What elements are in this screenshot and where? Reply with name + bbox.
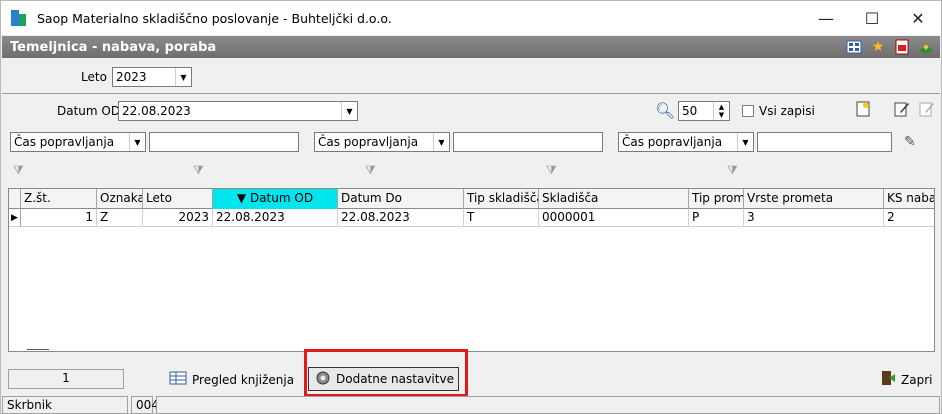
dodatne-nastavitve-label: Dodatne nastavitve	[336, 372, 454, 386]
eraser-icon[interactable]: ✎	[904, 134, 916, 150]
chevron-down-icon[interactable]: ▼	[737, 133, 753, 151]
datum-od-select[interactable]: 22.08.2023 ▼	[118, 101, 358, 121]
row-indicator-header	[9, 189, 21, 209]
pregled-knjizenja-button[interactable]: Pregled knjiženja	[169, 371, 294, 388]
module-title: Temeljnica - nabava, poraba	[10, 39, 217, 55]
cell-leto[interactable]: 2023	[143, 209, 213, 227]
search-field-value-3: Čas popravljanja	[622, 135, 723, 149]
col-header-tip-prometa[interactable]: Tip prometa	[689, 189, 744, 209]
leto-label: Leto	[81, 70, 107, 84]
cell-zst[interactable]: 1	[21, 209, 97, 227]
favorite-star-icon[interactable]: ★	[870, 39, 886, 55]
delete-document-icon[interactable]	[919, 101, 935, 117]
dodatne-nastavitve-button[interactable]: Dodatne nastavitve	[308, 367, 459, 391]
title-bar: Saop Materialno skladiščno poslovanje - …	[1, 1, 941, 35]
filter-icon[interactable]: ⧩	[365, 163, 379, 177]
zapri-label: Zapri	[901, 372, 933, 387]
book-icon[interactable]	[918, 39, 934, 55]
new-document-icon[interactable]	[856, 101, 872, 117]
search-field-select-1[interactable]: Čas popravljanja ▼	[10, 132, 146, 152]
gear-icon	[315, 370, 331, 389]
cell-oznaka[interactable]: Z	[97, 209, 143, 227]
datum-od-value: 22.08.2023	[122, 104, 191, 118]
cell-datum-do[interactable]: 22.08.2023	[338, 209, 464, 227]
cell-tip-skladisca[interactable]: T	[464, 209, 539, 227]
chevron-down-icon[interactable]: ▼	[129, 133, 145, 151]
close-button[interactable]: ✕	[895, 1, 941, 35]
scroll-hint	[27, 349, 49, 350]
col-header-datum-do[interactable]: Datum Do	[338, 189, 464, 209]
calculator-icon[interactable]	[846, 39, 862, 55]
pdf-export-icon[interactable]	[894, 39, 910, 55]
divider	[2, 93, 940, 94]
chevron-down-icon[interactable]: ▼	[175, 68, 191, 86]
datum-od-label: Datum OD	[57, 104, 121, 118]
col-header-tip-skladisca[interactable]: Tip skladišča	[464, 189, 539, 209]
current-row-arrow-icon: ▶	[9, 209, 21, 227]
cell-vrste-prometa[interactable]: 3	[744, 209, 884, 227]
grid-header: Z.št. Oznaka Leto ▼ Datum OD Datum Do Ti…	[9, 189, 934, 209]
page-size-stepper[interactable]: 50 ▲ ▼	[678, 101, 730, 121]
cell-datum-od[interactable]: 22.08.2023	[213, 209, 338, 227]
table-row[interactable]: ▶ 1 Z 2023 22.08.2023 22.08.2023 T 00000…	[9, 209, 934, 227]
table-icon	[169, 371, 187, 388]
exit-door-icon	[880, 370, 896, 389]
status-field-value: 004	[131, 396, 159, 414]
filter-icon[interactable]: ⧩	[193, 163, 207, 177]
col-header-oznaka[interactable]: Oznaka	[97, 189, 143, 209]
search-input-3[interactable]	[757, 132, 892, 152]
filter-icon[interactable]: ⧩	[546, 163, 560, 177]
col-header-skladisca[interactable]: Skladišča	[539, 189, 689, 209]
status-message	[156, 396, 940, 414]
col-header-vrste-prometa[interactable]: Vrste prometa	[744, 189, 884, 209]
minimize-button[interactable]: —	[803, 1, 849, 35]
window-title: Saop Materialno skladiščno poslovanje - …	[37, 10, 392, 26]
vsi-zapisi-checkbox[interactable]	[742, 105, 754, 117]
page-size-value: 50	[682, 104, 698, 118]
maximize-button[interactable]: ☐	[849, 1, 895, 35]
vsi-zapisi-label: Vsi zapisi	[759, 104, 815, 118]
cell-ks-nabav[interactable]: 2	[884, 209, 934, 227]
status-field-label: Skrbnik	[2, 396, 128, 414]
search-field-value-1: Čas popravljanja	[14, 135, 115, 149]
application-window: Saop Materialno skladiščno poslovanje - …	[0, 0, 942, 414]
filter-icon[interactable]: ⧩	[13, 163, 27, 177]
leto-select[interactable]: 2023 ▼	[112, 67, 192, 87]
col-header-zst[interactable]: Z.št.	[21, 189, 97, 209]
record-count: 1	[8, 369, 124, 389]
search-field-select-3[interactable]: Čas popravljanja ▼	[618, 132, 754, 152]
data-grid[interactable]: Z.št. Oznaka Leto ▼ Datum OD Datum Do Ti…	[8, 188, 935, 352]
search-icon[interactable]: 🔍︎	[655, 101, 675, 120]
cell-tip-prometa[interactable]: P	[689, 209, 744, 227]
chevron-down-icon[interactable]: ▼	[433, 133, 449, 151]
search-input-2[interactable]	[453, 132, 603, 152]
stepper-arrows-icon[interactable]: ▲ ▼	[713, 102, 729, 120]
module-header: Temeljnica - nabava, poraba ★	[2, 36, 940, 58]
search-field-value-2: Čas popravljanja	[318, 135, 419, 149]
app-logo-icon	[11, 10, 27, 26]
col-header-ks-nabav[interactable]: KS nabav	[884, 189, 934, 209]
edit-document-icon[interactable]	[894, 101, 910, 117]
search-input-1[interactable]	[149, 132, 299, 152]
leto-value: 2023	[116, 70, 147, 84]
zapri-button[interactable]: Zapri	[880, 370, 932, 389]
filter-icon[interactable]: ⧩	[727, 163, 741, 177]
pregled-knjizenja-label: Pregled knjiženja	[192, 372, 295, 387]
search-field-select-2[interactable]: Čas popravljanja ▼	[314, 132, 450, 152]
col-header-leto[interactable]: Leto	[143, 189, 213, 209]
col-header-datum-od[interactable]: ▼ Datum OD	[213, 189, 338, 209]
cell-skladisca[interactable]: 0000001	[539, 209, 689, 227]
chevron-down-icon[interactable]: ▼	[341, 102, 357, 120]
